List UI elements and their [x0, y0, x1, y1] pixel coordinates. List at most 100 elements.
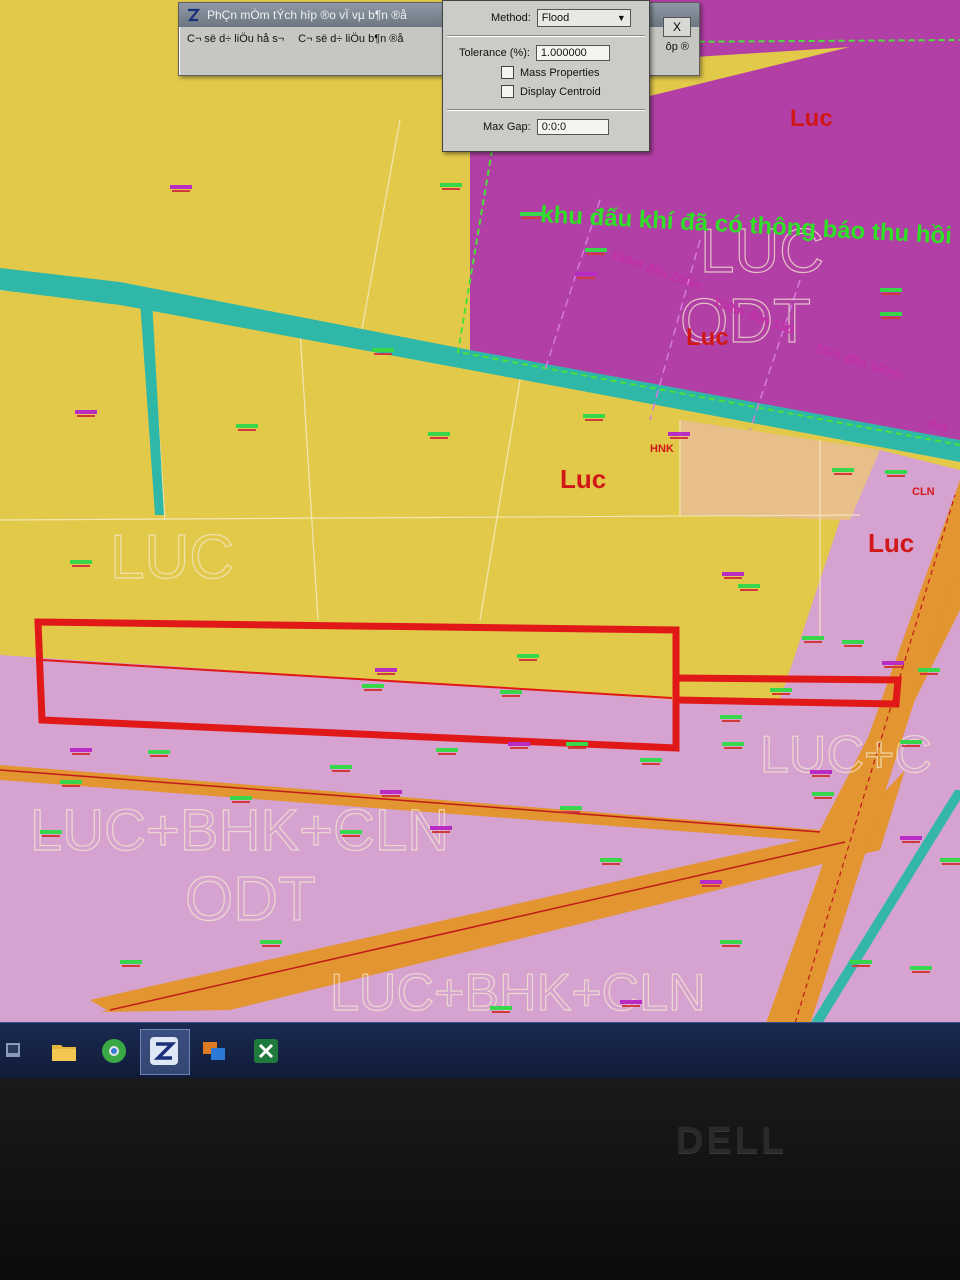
parcel-mark-underline	[702, 885, 720, 887]
parcel-mark-underline	[882, 317, 900, 319]
parcel-mark-underline	[342, 835, 360, 837]
parcel-mark-underline	[332, 770, 350, 772]
parcel-mark-underline	[238, 429, 256, 431]
parcel-mark-underline	[722, 720, 740, 722]
parcel-mark	[428, 432, 450, 436]
parcel-mark-underline	[377, 673, 395, 675]
parcel-mark-underline	[642, 763, 660, 765]
parcel-mark	[260, 940, 282, 944]
parcel-mark	[585, 248, 607, 252]
zone-label: Luc	[560, 464, 606, 494]
parcel-mark	[375, 668, 397, 672]
parcel-mark	[940, 858, 960, 862]
folder-icon[interactable]	[50, 1037, 78, 1065]
parcel-mark	[440, 183, 462, 187]
parcel-mark	[880, 288, 902, 292]
parcel-mark-underline	[262, 945, 280, 947]
parcel-mark-underline	[812, 775, 830, 777]
ghost-label: ODT	[185, 865, 316, 934]
parcel-mark	[738, 584, 760, 588]
parcel-mark-underline	[585, 419, 603, 421]
parcel-mark-underline	[432, 831, 450, 833]
zone-label: Luc	[868, 528, 914, 558]
parcel-mark	[330, 765, 352, 769]
ghost-label: LUC+BHK+CLN	[30, 798, 449, 863]
parcel-mark	[720, 715, 742, 719]
monitor-bezel: DELL	[0, 1078, 960, 1280]
parcel-mark	[236, 424, 258, 428]
max-gap-label: Max Gap:	[483, 121, 531, 133]
window-title: PhÇn mÒm tÝch hîp ®o vÏ vµ b¶n ®å	[207, 8, 407, 22]
parcel-mark	[70, 748, 92, 752]
parcel-mark-underline	[519, 659, 537, 661]
cadastral-map[interactable]: LUC LUC ODT LUC+BHK+CLN ODT LUC+BHK+CLN …	[0, 0, 960, 1040]
parcel-mark	[842, 640, 864, 644]
excel-icon[interactable]	[252, 1037, 280, 1065]
method-value: Flood	[541, 12, 570, 24]
parcel-mark	[885, 470, 907, 474]
close-button[interactable]: X	[663, 17, 691, 37]
parcel-mark	[75, 410, 97, 414]
method-select[interactable]: Flood ▼	[536, 9, 631, 27]
parcel-mark	[60, 780, 82, 784]
parcel-mark-underline	[912, 971, 930, 973]
parcel-mark-underline	[577, 277, 595, 279]
parcel-mark-underline	[920, 673, 938, 675]
browser-icon[interactable]	[100, 1037, 128, 1065]
parcel-mark	[520, 212, 542, 216]
parcel-mark-underline	[502, 695, 520, 697]
parcel-mark-underline	[374, 353, 392, 355]
show-desktop-icon[interactable]	[4, 1037, 22, 1065]
zone-label: CLN	[912, 486, 935, 498]
parcel-mark-underline	[602, 863, 620, 865]
parcel-mark	[380, 790, 402, 794]
zone-label: HNK	[650, 443, 674, 455]
parcel-mark-underline	[804, 641, 822, 643]
tolerance-label: Tolerance (%):	[459, 47, 530, 59]
parcel-mark	[508, 742, 530, 746]
menu-item-map-db[interactable]: C¬ së d÷ liÖu b¶n ®å	[298, 33, 403, 45]
parcel-mark	[620, 1000, 642, 1004]
parcel-mark	[918, 668, 940, 672]
parcel-mark-underline	[740, 589, 758, 591]
parcel-mark-underline	[150, 755, 168, 757]
parcel-mark	[810, 770, 832, 774]
windows-icon[interactable]	[200, 1037, 228, 1065]
parcel-mark	[40, 830, 62, 834]
parcel-mark-underline	[670, 437, 688, 439]
parcel-mark	[722, 742, 744, 746]
parcel-mark	[362, 684, 384, 688]
app-logo-icon[interactable]	[150, 1037, 178, 1065]
parcel-mark-underline	[622, 1005, 640, 1007]
display-centroid-checkbox[interactable]	[501, 85, 514, 98]
parcel-mark	[600, 858, 622, 862]
mass-properties-checkbox[interactable]	[501, 66, 514, 79]
parcel-mark	[120, 960, 142, 964]
parcel-mark	[70, 560, 92, 564]
parcel-mark-underline	[510, 747, 528, 749]
parcel-mark-underline	[814, 797, 832, 799]
parcel-mark-underline	[887, 475, 905, 477]
parcel-mark	[500, 690, 522, 694]
parcel-mark-underline	[72, 753, 90, 755]
tolerance-input[interactable]: 1.000000	[535, 45, 610, 61]
parcel-mark-underline	[722, 945, 740, 947]
parcel-mark-underline	[122, 965, 140, 967]
app-logo-icon	[187, 8, 201, 22]
ghost-label: LUC	[110, 523, 234, 592]
parcel-mark	[583, 414, 605, 418]
toolbar-button[interactable]: ôp ®	[666, 41, 689, 53]
parcel-mark	[170, 185, 192, 189]
parcel-mark-underline	[942, 863, 960, 865]
parcel-mark-underline	[77, 415, 95, 417]
parcel-mark-underline	[72, 565, 90, 567]
parcel-mark-underline	[724, 747, 742, 749]
menu-item-records-db[interactable]: C¬ së d÷ liÖu hå s¬	[187, 33, 284, 45]
flood-dialog: Method: Flood ▼ Tolerance (%): 1.000000 …	[442, 0, 650, 152]
parcel-mark-underline	[884, 666, 902, 668]
parcel-mark-underline	[492, 1011, 510, 1013]
parcel-mark-underline	[844, 645, 862, 647]
parcel-mark-underline	[587, 253, 605, 255]
taskbar	[0, 1022, 960, 1079]
max-gap-input[interactable]: 0:0:0	[536, 119, 609, 135]
